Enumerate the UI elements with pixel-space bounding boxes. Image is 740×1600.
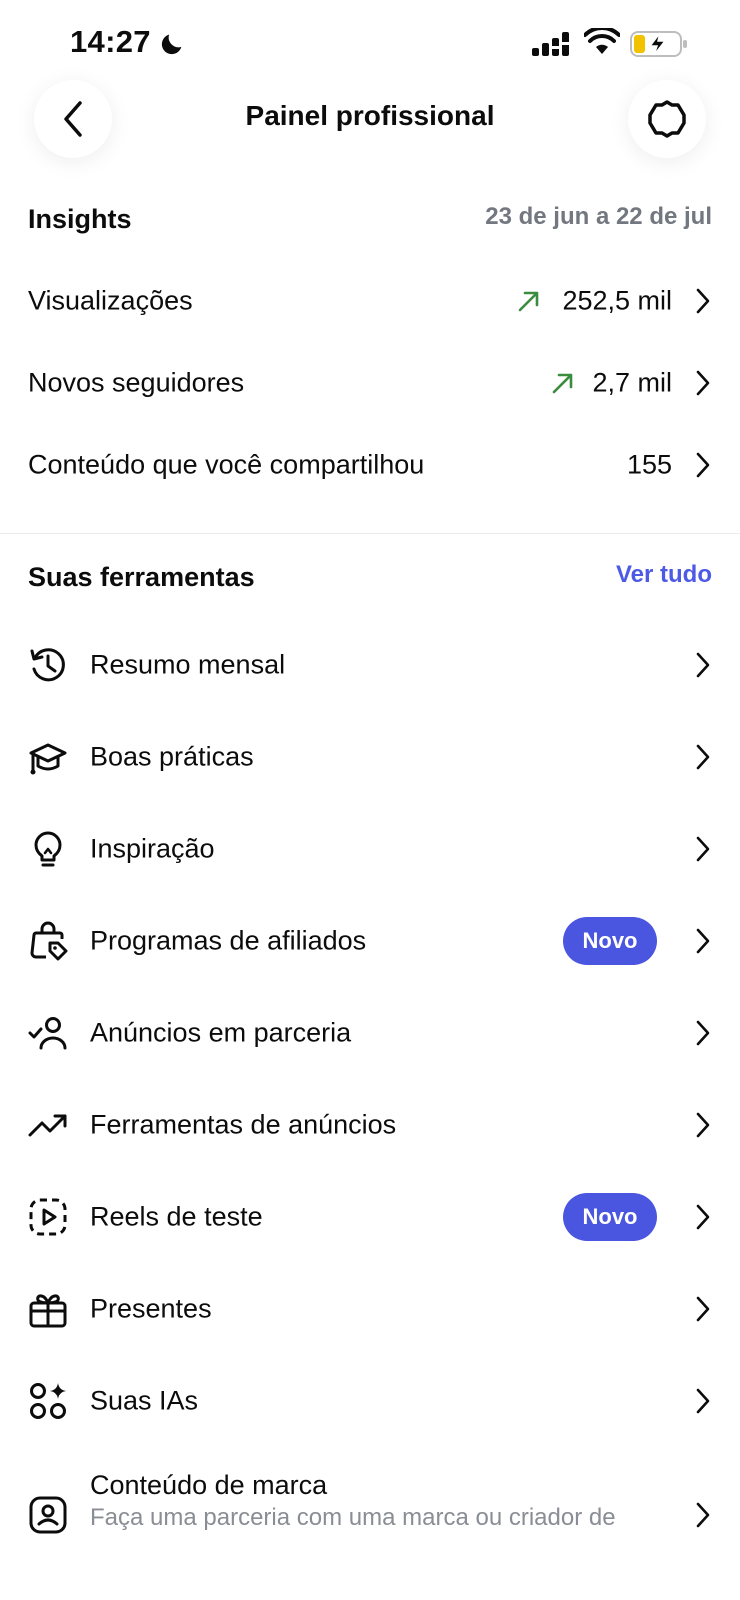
moon-icon [161, 34, 182, 55]
chevron-right-icon [696, 744, 710, 770]
reel-play-icon [29, 1198, 67, 1236]
ai-sparkle-icon [30, 1383, 66, 1419]
shopping-bag-tag-icon [30, 921, 68, 961]
graduation-cap-icon [29, 743, 67, 775]
chevron-right-icon [696, 928, 710, 954]
tool-row-affiliate-programs[interactable]: Programas de afiliados Novo [0, 895, 740, 987]
settings-button[interactable] [628, 80, 706, 158]
insights-title: Insights [28, 204, 132, 234]
trend-up-arrow-icon [552, 373, 573, 394]
see-all-link[interactable]: Ver tudo [616, 561, 712, 589]
metric-label: Visualizações [28, 285, 193, 316]
tool-row-monthly-summary[interactable]: Resumo mensal [0, 619, 740, 711]
tool-row-trial-reels[interactable]: Reels de teste Novo [0, 1171, 740, 1263]
date-range[interactable]: 23 de jun a 22 de jul [485, 203, 712, 231]
battery-charging-icon [630, 31, 687, 57]
tool-row-ad-tools[interactable]: Ferramentas de anúncios [0, 1079, 740, 1171]
chevron-right-icon [696, 652, 710, 678]
tool-subtitle: Faça uma parceria com uma marca ou criad… [90, 1504, 616, 1531]
chevron-right-icon [696, 1502, 710, 1528]
chevron-right-icon [696, 370, 710, 396]
tool-row-gifts[interactable]: Presentes [0, 1263, 740, 1355]
metric-value: 155 [626, 449, 672, 480]
tool-label: Resumo mensal [90, 649, 286, 680]
new-badge: Novo [563, 917, 657, 965]
chevron-right-icon [696, 288, 710, 314]
chevron-right-icon [696, 1204, 710, 1230]
branded-content-icon [29, 1496, 67, 1534]
tools-title: Suas ferramentas [28, 562, 255, 592]
bottom-fade [0, 1541, 740, 1600]
chevron-right-icon [696, 452, 710, 478]
metric-value: 2,7 mil [592, 367, 672, 398]
tool-row-partnership-ads[interactable]: Anúncios em parceria [0, 987, 740, 1079]
trending-up-icon [28, 1114, 67, 1137]
chevron-right-icon [696, 1296, 710, 1322]
new-badge: Novo [563, 1193, 657, 1241]
tool-row-your-ais[interactable]: Suas IAs [0, 1355, 740, 1447]
metric-value: 252,5 mil [562, 285, 672, 316]
trend-up-arrow-icon [518, 291, 539, 312]
person-check-icon [28, 1017, 67, 1050]
history-clock-icon [30, 648, 65, 682]
cellular-signal-icon [532, 32, 569, 56]
chevron-right-icon [696, 1112, 710, 1138]
tool-label: Anúncios em parceria [90, 1017, 352, 1048]
metric-row-new-followers[interactable]: Novos seguidores 2,7 mil [0, 342, 740, 424]
metric-label: Novos seguidores [28, 367, 245, 398]
lightbulb-icon [34, 831, 62, 867]
wifi-icon [584, 28, 620, 54]
tool-row-inspiration[interactable]: Inspiração [0, 803, 740, 895]
gift-icon [29, 1294, 67, 1328]
metric-row-shared-content[interactable]: Conteúdo que você compartilhou 155 [0, 424, 740, 506]
status-time: 14:27 [70, 24, 151, 59]
tool-label: Presentes [90, 1293, 212, 1324]
tool-label: Reels de teste [90, 1201, 263, 1232]
chevron-right-icon [696, 1388, 710, 1414]
tool-label: Inspiração [90, 833, 215, 864]
tool-label: Boas práticas [90, 741, 254, 772]
section-divider [0, 533, 740, 534]
tool-label: Suas IAs [90, 1385, 199, 1416]
tool-label: Ferramentas de anúncios [90, 1109, 397, 1140]
metric-label: Conteúdo que você compartilhou [28, 449, 425, 480]
chevron-right-icon [696, 1020, 710, 1046]
tool-label: Conteúdo de marca [90, 1470, 328, 1500]
chevron-right-icon [696, 836, 710, 862]
metric-row-views[interactable]: Visualizações 252,5 mil [0, 260, 740, 342]
status-bar: 14:27 [0, 0, 740, 88]
gear-icon [648, 100, 686, 138]
tool-row-best-practices[interactable]: Boas práticas [0, 711, 740, 803]
tool-label: Programas de afiliados [90, 925, 367, 956]
